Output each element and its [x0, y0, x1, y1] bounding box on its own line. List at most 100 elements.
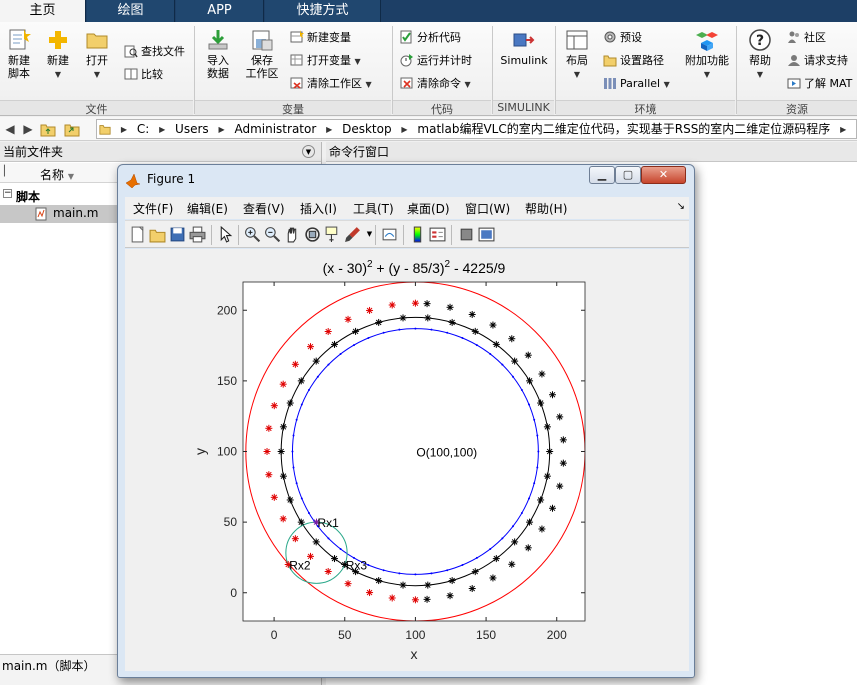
- parallel-label: Parallel: [620, 77, 661, 90]
- request-support-button[interactable]: 请求支持: [787, 51, 848, 71]
- run-and-time-icon: [400, 54, 413, 67]
- breadcrumb-drive[interactable]: C:: [135, 120, 151, 138]
- chevron-down-icon: ▼: [663, 80, 670, 89]
- pan-icon[interactable]: [284, 226, 301, 243]
- new-label: 新建: [47, 54, 69, 67]
- open-variable-icon: [290, 54, 303, 66]
- print-icon[interactable]: [189, 226, 206, 243]
- back-arrow-icon[interactable]: ◀: [2, 121, 18, 137]
- minimize-button[interactable]: ▁: [589, 166, 615, 184]
- preferences-button[interactable]: 预设: [603, 28, 642, 48]
- layout-icon: [566, 30, 588, 50]
- circle-dot: [520, 389, 523, 392]
- x-tick-label: 100: [405, 628, 425, 642]
- open-variable-button[interactable]: 打开变量 ▼: [290, 51, 361, 71]
- panel-menu-icon[interactable]: ▼: [302, 145, 315, 158]
- run-and-time-button[interactable]: 运行并计时: [400, 51, 472, 71]
- colorbar-icon[interactable]: [409, 226, 426, 243]
- learn-matlab-button[interactable]: 了解 MAT: [787, 74, 852, 94]
- menu-desktop[interactable]: 桌面(D): [407, 200, 450, 217]
- circle-dot: [292, 466, 295, 469]
- tab-plots[interactable]: 绘图: [87, 0, 175, 22]
- legend-icon[interactable]: [429, 226, 446, 243]
- browse-folder-icon[interactable]: [64, 121, 80, 137]
- circle-dot: [537, 450, 540, 453]
- tab-home[interactable]: 主页: [0, 0, 86, 22]
- menu-insert[interactable]: 插入(I): [300, 200, 337, 217]
- brush-icon[interactable]: [344, 226, 361, 243]
- zoom-out-icon[interactable]: [264, 226, 281, 243]
- find-files-icon: [124, 45, 138, 58]
- help-button[interactable]: ? 帮助 ▼: [742, 28, 778, 81]
- chevron-down-icon: ▼: [703, 70, 711, 79]
- new-script-button[interactable]: 新建 脚本: [2, 28, 36, 80]
- tab-apps[interactable]: APP: [176, 0, 264, 22]
- tab-shortcuts[interactable]: 快捷方式: [265, 0, 381, 22]
- maximize-button[interactable]: ▢: [615, 166, 641, 184]
- find-files-button[interactable]: 查找文件: [124, 42, 185, 62]
- rotate-3d-icon[interactable]: [304, 226, 321, 243]
- data-cursor-icon[interactable]: [324, 226, 341, 243]
- simulink-icon: [513, 33, 535, 47]
- pointer-icon[interactable]: [217, 226, 234, 243]
- chevron-down-icon: ▼: [573, 70, 581, 79]
- show-plot-tools-icon[interactable]: [478, 226, 495, 243]
- chevron-right-icon: ▶: [840, 125, 847, 134]
- community-button[interactable]: 社区: [787, 28, 826, 48]
- breadcrumb-users[interactable]: Users: [173, 120, 211, 138]
- current-folder-title-text: 当前文件夹: [3, 145, 64, 159]
- parallel-button[interactable]: Parallel ▼: [603, 74, 670, 94]
- import-data-button[interactable]: 导入 数据: [200, 28, 236, 80]
- group-label-simulink: SIMULINK: [493, 100, 554, 115]
- run-and-time-label: 运行并计时: [417, 54, 472, 67]
- plot-title: (x - 30)2 + (y - 85/3)2 - 4225/9: [323, 259, 506, 276]
- layout-button[interactable]: 布局 ▼: [560, 28, 594, 81]
- column-name-header[interactable]: 名称 ▼: [40, 166, 74, 183]
- menu-view[interactable]: 查看(V): [243, 200, 285, 217]
- menu-tools[interactable]: 工具(T): [353, 200, 394, 217]
- zoom-in-icon[interactable]: [244, 226, 261, 243]
- breadcrumb-project[interactable]: matlab编程VLC的室内二维定位代码，实现基于RSS的室内二维定位源码程序: [415, 120, 832, 138]
- menu-help[interactable]: 帮助(H): [525, 200, 567, 217]
- hide-plot-tools-icon[interactable]: [458, 226, 475, 243]
- analyze-code-label: 分析代码: [417, 31, 461, 44]
- compare-button[interactable]: 比较: [124, 65, 163, 85]
- set-path-button[interactable]: 设置路径: [603, 51, 664, 71]
- menu-edit[interactable]: 编辑(E): [187, 200, 228, 217]
- collapse-icon[interactable]: −: [3, 189, 12, 198]
- breadcrumb-administrator[interactable]: Administrator: [232, 120, 318, 138]
- forward-arrow-icon[interactable]: ▶: [20, 121, 36, 137]
- circle-dot: [414, 327, 417, 330]
- analyze-code-button[interactable]: 分析代码: [400, 28, 461, 48]
- breadcrumb-desktop[interactable]: Desktop: [340, 120, 394, 138]
- close-button[interactable]: ✕: [641, 166, 686, 184]
- menu-file[interactable]: 文件(F): [133, 200, 173, 217]
- open-variable-label: 打开变量: [307, 54, 351, 67]
- open-button[interactable]: 打开 ▼: [80, 28, 114, 81]
- new-variable-label: 新建变量: [307, 31, 351, 44]
- figure-titlebar[interactable]: Figure 1 ▁ ▢ ✕: [118, 165, 694, 193]
- up-folder-icon[interactable]: [40, 121, 56, 137]
- support-icon: [788, 55, 800, 66]
- plot-svg[interactable]: O(100,100) Rx1 Rx2 Rx3 0 50 100 150 200 0 50 100 150…: [125, 249, 689, 671]
- circle-dot: [398, 572, 401, 575]
- x-tick-label: 0: [271, 628, 278, 642]
- open-icon[interactable]: [149, 226, 166, 243]
- undock-arrow-icon[interactable]: ↘: [677, 201, 685, 212]
- menu-window[interactable]: 窗口(W): [465, 200, 510, 217]
- path-field[interactable]: ▶ C: ▶ Users ▶ Administrator ▶ Desktop ▶…: [96, 119, 857, 139]
- save-workspace-button[interactable]: 保存 工作区: [242, 28, 282, 80]
- clear-commands-button[interactable]: 清除命令 ▼: [400, 74, 471, 94]
- compare-label: 比较: [141, 68, 163, 81]
- clear-workspace-button[interactable]: 清除工作区 ▼: [290, 74, 372, 94]
- new-button[interactable]: 新建 ▼: [42, 28, 74, 81]
- new-figure-icon[interactable]: [129, 226, 146, 243]
- link-plot-icon[interactable]: [381, 226, 398, 243]
- new-variable-button[interactable]: 新建变量: [290, 28, 351, 48]
- column-name-label: 名称: [40, 168, 65, 182]
- figure-toolbar: ▼: [125, 220, 689, 248]
- add-ons-button[interactable]: 附加功能 ▼: [682, 28, 732, 81]
- save-icon[interactable]: [169, 226, 186, 243]
- chevron-down-icon: ▼: [756, 70, 764, 79]
- simulink-button[interactable]: Simulink: [497, 28, 551, 67]
